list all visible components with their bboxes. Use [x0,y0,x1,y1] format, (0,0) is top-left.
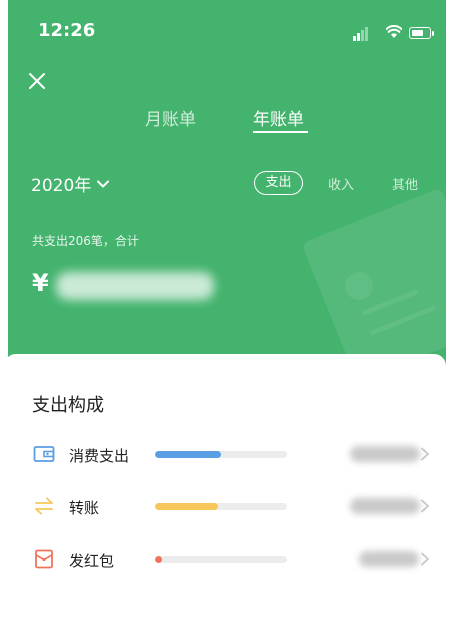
amount-redacted [350,498,420,514]
breakdown-row-transfer[interactable]: 转账 [4,492,446,520]
filter-other-chip[interactable]: 其他 [392,174,418,193]
expense-summary: 共支出206笔，合计 [32,234,139,248]
chevron-right-icon [421,552,429,566]
section-title: 支出构成 [32,395,104,416]
filter-income-chip[interactable]: 收入 [328,174,354,193]
tab-monthly-bill[interactable]: 月账单 [145,105,196,130]
amount-redacted [350,446,420,462]
chevron-right-icon [421,499,429,513]
chevron-down-icon [97,180,110,187]
annual-bill-screen: 12:26 月账单 年账单 2020年 支出 收入 其他 共支出206笔，合计 … [0,0,456,622]
close-icon[interactable] [26,70,48,92]
decorative-circle [345,272,373,300]
chevron-right-icon [421,447,429,461]
progress-fill [155,503,219,510]
tab-yearly-bill[interactable]: 年账单 [253,105,304,130]
wallet-icon [33,446,55,462]
year-selector[interactable]: 2020年 [31,171,110,196]
status-time: 12:26 [38,20,96,41]
breakdown-sheet: 支出构成 消费支出 转账 发红包 [4,354,446,622]
filter-expense-chip[interactable]: 支出 [254,171,303,195]
wifi-icon [386,25,402,38]
decorative-card [301,187,446,372]
row-label: 发红包 [69,552,115,570]
amount-redacted [359,551,419,567]
tab-active-indicator [253,131,308,133]
progress-track [155,451,287,458]
currency-symbol: ¥ [32,269,49,297]
bill-header: 12:26 月账单 年账单 2020年 支出 收入 其他 共支出206笔，合计 … [8,0,446,372]
total-amount-redacted [56,272,214,300]
red-envelope-icon [35,549,53,569]
progress-track [155,503,287,510]
row-label: 消费支出 [69,447,130,465]
transfer-icon [35,497,53,515]
progress-fill [155,451,221,458]
row-label: 转账 [69,499,100,517]
breakdown-row-consumption[interactable]: 消费支出 [4,440,446,468]
progress-fill [155,556,162,563]
status-icons [353,25,434,41]
year-label: 2020年 [31,176,92,196]
breakdown-row-red-envelope[interactable]: 发红包 [4,545,446,573]
progress-track [155,556,287,563]
